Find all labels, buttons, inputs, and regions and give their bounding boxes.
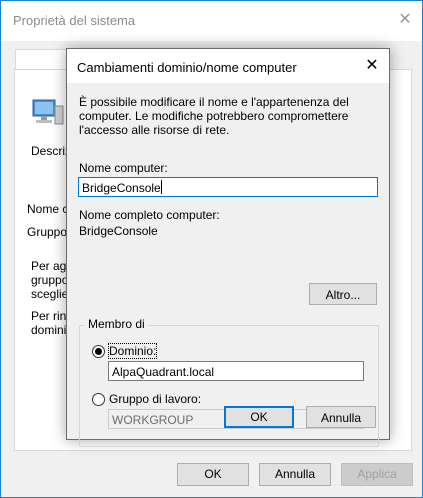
dialog-body: È possibile modificare il nome e l'appar… — [67, 83, 389, 447]
workgroup-radio[interactable] — [92, 393, 105, 406]
domain-computer-name-dialog: Cambiamenti dominio/nome computer ✕ È po… — [66, 48, 390, 447]
dialog-close-icon[interactable]: ✕ — [363, 57, 381, 75]
computer-icon — [32, 99, 64, 125]
system-properties-titlebar: Proprietà del sistema ✕ — [1, 1, 422, 41]
computer-name-input[interactable]: BridgeConsole — [78, 177, 378, 197]
full-computer-name-value: BridgeConsole — [79, 224, 158, 238]
dialog-ok-button[interactable]: OK — [224, 406, 294, 428]
dialog-title: Cambiamenti dominio/nome computer — [77, 60, 297, 75]
system-properties-title: Proprietà del sistema — [13, 13, 136, 28]
dialog-intro-text: È possibile modificare il nome e l'appar… — [79, 95, 349, 137]
computer-name-label: Nome computer: — [79, 161, 168, 175]
domain-input[interactable]: AlpaQuadrant.local — [108, 361, 364, 381]
bg-apply-button: Applica — [341, 463, 413, 486]
full-computer-name-label: Nome completo computer: — [79, 208, 220, 222]
bg-ok-button[interactable]: OK — [177, 463, 249, 486]
workgroup-radio-label[interactable]: Gruppo di lavoro: — [109, 392, 201, 406]
computer-name-value: BridgeConsole — [82, 181, 161, 195]
domain-radio[interactable] — [92, 345, 105, 358]
dialog-cancel-button[interactable]: Annulla — [306, 406, 376, 428]
system-properties-close-icon[interactable]: ✕ — [396, 11, 414, 29]
domain-radio-label[interactable]: Dominio: — [107, 343, 158, 359]
text-caret — [160, 180, 162, 194]
more-button[interactable]: Altro... — [309, 283, 377, 305]
dialog-titlebar: Cambiamenti dominio/nome computer ✕ — [67, 49, 389, 83]
member-of-label: Membro di — [85, 317, 148, 331]
bg-cancel-button[interactable]: Annulla — [259, 463, 331, 486]
